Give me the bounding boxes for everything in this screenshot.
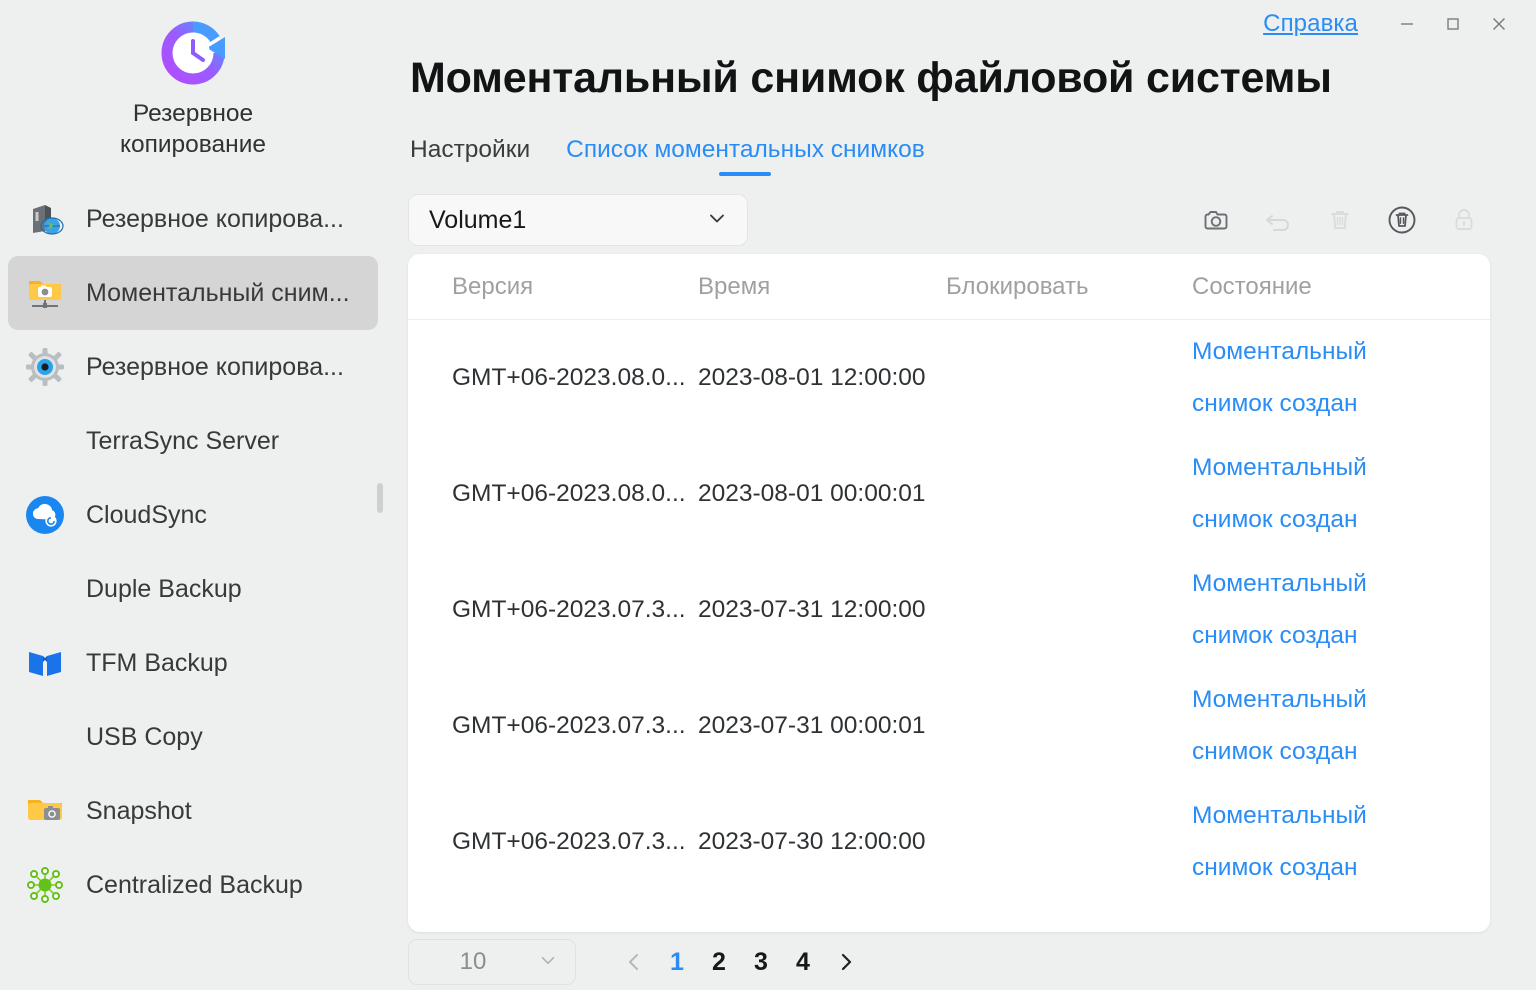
page-number-3[interactable]: 3 [740, 940, 782, 984]
cell-time: 2023-07-31 12:00:00 [698, 596, 926, 623]
sidebar-item-label: TerraSync Server [86, 426, 280, 455]
volume-select-value: Volume1 [429, 205, 527, 234]
sidebar-scrollbar[interactable] [377, 483, 383, 513]
cell-status: Моментальный снимок создан [1192, 338, 1367, 417]
cell-time: 2023-08-01 00:00:01 [698, 480, 926, 507]
controls-row: Volume1 [408, 194, 1490, 246]
cell-version: GMT+06-2023.07.3... [452, 596, 686, 623]
app-name-line2: копирование [119, 131, 267, 158]
table-row[interactable]: GMT+06-2023.07.3... 2023-07-31 00:00:01 … [408, 668, 1490, 784]
cell-time: 2023-07-31 00:00:01 [698, 712, 926, 739]
pagination-bar: 10 1 2 3 4 [408, 938, 1490, 986]
page-nav: 1 2 3 4 [612, 940, 868, 984]
sidebar-item-label: Centralized Backup [86, 870, 303, 899]
sidebar-item-tfm-backup[interactable]: TFM Backup [8, 626, 378, 700]
tab-snapshot-list[interactable]: Список моментальных снимков [566, 136, 925, 174]
sidebar-item-backup-settings[interactable]: Резервное копирова... [8, 330, 378, 404]
cell-time: 2023-08-01 12:00:00 [698, 364, 926, 391]
sidebar-item-label: Duple Backup [86, 574, 242, 603]
cloud-sync-icon [22, 492, 68, 538]
column-header-lock: Блокировать [946, 272, 1089, 300]
cell-version: GMT+06-2023.07.3... [452, 828, 686, 855]
column-header-status: Состояние [1192, 272, 1312, 300]
sidebar-item-label: TFM Backup [86, 648, 228, 677]
clock-restore-icon [157, 17, 229, 89]
table-row[interactable]: GMT+06-2023.08.0... 2023-08-01 00:00:01 … [408, 436, 1490, 552]
chevron-left-icon[interactable] [612, 940, 656, 984]
cell-version: GMT+06-2023.07.3... [452, 712, 686, 739]
column-header-time: Время [698, 272, 771, 300]
app-logo-wrap [0, 0, 386, 96]
trash-circle-icon[interactable] [1380, 198, 1424, 242]
trash-icon [1318, 198, 1362, 242]
lock-icon [1442, 198, 1486, 242]
page-number-2[interactable]: 2 [698, 940, 740, 984]
cell-status: Моментальный снимок создан [1192, 686, 1367, 765]
sidebar-item-label: Snapshot [86, 796, 192, 825]
sidebar-item-duple-backup[interactable]: Duple Backup [8, 552, 378, 626]
sidebar-item-label: Моментальный сним... [86, 278, 350, 307]
volume-select[interactable]: Volume1 [408, 194, 748, 246]
snapshot-toolbar [1194, 198, 1490, 242]
cell-status: Моментальный снимок создан [1192, 570, 1367, 649]
table-row[interactable]: GMT+06-2023.07.3... 2023-07-31 12:00:00 … [408, 552, 1490, 668]
chevron-right-icon[interactable] [824, 940, 868, 984]
network-nodes-icon [22, 862, 68, 908]
undo-arrow-icon [1256, 198, 1300, 242]
sidebar-item-snapshot-fs[interactable]: Моментальный сним... [8, 256, 378, 330]
chevron-down-icon [537, 949, 559, 976]
cell-version: GMT+06-2023.08.0... [452, 480, 686, 507]
chevron-down-icon [705, 206, 729, 235]
main-content: Моментальный снимок файловой системы Нас… [386, 0, 1536, 990]
sidebar-item-centralized-backup[interactable]: Centralized Backup [8, 848, 378, 922]
server-globe-icon [22, 196, 68, 242]
sidebar-item-label: Резервное копирова... [86, 204, 344, 233]
sidebar-item-terrasync-server[interactable]: TerraSync Server [8, 404, 378, 478]
table-row[interactable]: GMT+06-2023.08.0... 2023-08-01 12:00:00 … [408, 320, 1490, 436]
cell-version: GMT+06-2023.08.0... [452, 364, 686, 391]
sidebar-item-snapshot[interactable]: Snapshot [8, 774, 378, 848]
tfm-book-icon [22, 640, 68, 686]
table-body: GMT+06-2023.08.0... 2023-08-01 12:00:00 … [408, 320, 1490, 900]
page-size-select[interactable]: 10 [408, 939, 576, 985]
snapshot-table-panel: Версия Время Блокировать Состояние GMT+0… [408, 254, 1490, 932]
tab-bar: Настройки Список моментальных снимков [410, 136, 925, 174]
sidebar-item-backup-server[interactable]: Резервное копирова... [8, 182, 378, 256]
gear-eye-icon [22, 344, 68, 390]
column-header-version: Версия [452, 272, 534, 300]
sidebar: Резервное копирование Резервное копирова… [0, 0, 386, 990]
cell-status: Моментальный снимок создан [1192, 802, 1367, 881]
sidebar-nav: Резервное копирова... Моментальный сним.… [0, 182, 386, 922]
cell-time: 2023-07-30 12:00:00 [698, 828, 926, 855]
page-size-value: 10 [459, 948, 487, 975]
page-title: Моментальный снимок файловой системы [410, 54, 1332, 102]
cell-status: Моментальный снимок создан [1192, 454, 1367, 533]
table-row[interactable]: GMT+06-2023.07.3... 2023-07-30 12:00:00 … [408, 784, 1490, 900]
app-name: Резервное копирование [0, 96, 386, 160]
tab-settings[interactable]: Настройки [410, 136, 530, 174]
sidebar-item-label: CloudSync [86, 500, 207, 529]
app-name-line1: Резервное [132, 100, 254, 127]
page-number-4[interactable]: 4 [782, 940, 824, 984]
sidebar-item-usb-copy[interactable]: USB Copy [8, 700, 378, 774]
snapshot-folder-icon [22, 788, 68, 834]
table-header-row: Версия Время Блокировать Состояние [408, 254, 1490, 320]
sidebar-item-label: Резервное копирова... [86, 352, 344, 381]
camera-icon[interactable] [1194, 198, 1238, 242]
app-window: Справка Резервное копирование Резервное … [0, 0, 1536, 990]
snapshot-folder-network-icon [22, 270, 68, 316]
sidebar-item-cloudsync[interactable]: CloudSync [8, 478, 378, 552]
sidebar-item-label: USB Copy [86, 722, 203, 751]
page-number-1[interactable]: 1 [656, 940, 698, 984]
